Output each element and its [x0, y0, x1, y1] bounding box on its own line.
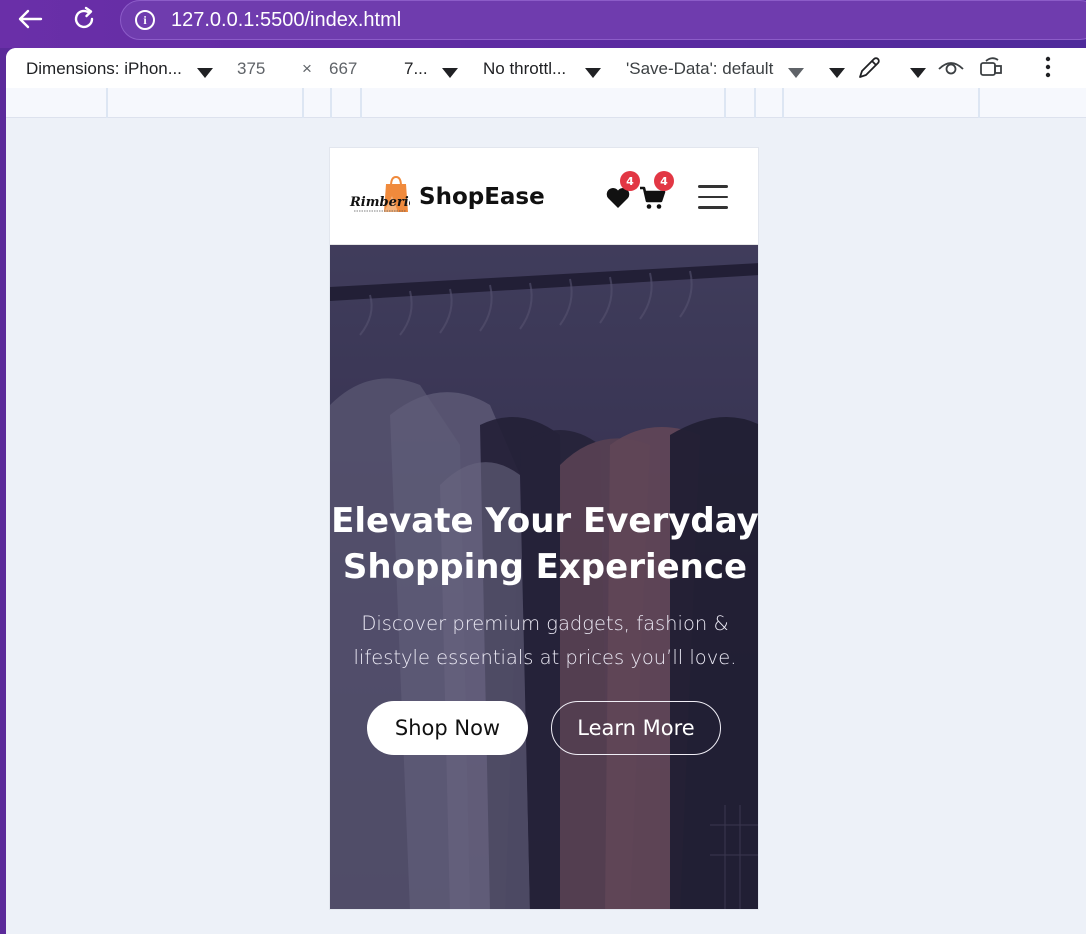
eyedropper-icon[interactable]: [856, 55, 882, 86]
logo-bag-icon: Rimberio: [349, 175, 418, 212]
throttle-dropdown-icon[interactable]: [585, 63, 601, 83]
back-arrow-icon: [18, 9, 43, 29]
hero-title-line-2: Shopping Experience: [342, 547, 748, 587]
save-data-dropdown-icon[interactable]: [788, 63, 804, 83]
reload-icon: [74, 6, 94, 29]
reload-button[interactable]: [68, 5, 100, 33]
cart-count-badge: 4: [654, 171, 674, 191]
device-dropdown-icon[interactable]: [197, 63, 213, 83]
hero-title-line-1: Elevate Your Everyday: [331, 501, 759, 541]
zoom-dropdown-icon[interactable]: [442, 63, 458, 83]
back-button[interactable]: [14, 5, 46, 33]
zoom-select[interactable]: 7...: [404, 59, 428, 79]
hero-subtitle-line-2: lifestyle essentials at prices you’ll lo…: [353, 646, 737, 669]
browser-top-bar: i 127.0.0.1:5500/index.html: [0, 0, 1086, 48]
device-label: Dimensions: iPhon...: [26, 59, 182, 78]
device-select[interactable]: Dimensions: iPhon...: [26, 59, 182, 79]
more-options-icon[interactable]: [1044, 54, 1052, 85]
devtools-panel: Dimensions: iPhon... 375 × 667 7... No t…: [6, 48, 1086, 934]
url-text: 127.0.0.1:5500/index.html: [171, 8, 402, 31]
eye-icon[interactable]: [937, 57, 965, 84]
height-input[interactable]: 667: [329, 59, 357, 79]
rotate-icon[interactable]: [978, 55, 1006, 84]
hero-title: Elevate Your Everyday Shopping Experienc…: [330, 498, 759, 590]
brand-name[interactable]: ShopEase: [419, 184, 545, 210]
mobile-page: Rimberio ShopEase 4: [329, 147, 759, 910]
hero-subtitle-line-1: Discover premium gadgets, fashion &: [361, 612, 729, 635]
logo-text: Rimberio: [349, 195, 410, 210]
dimension-separator: ×: [302, 59, 312, 78]
logo[interactable]: Rimberio: [348, 175, 418, 216]
learn-more-button[interactable]: Learn More: [551, 701, 721, 755]
address-bar[interactable]: i 127.0.0.1:5500/index.html: [120, 0, 1086, 40]
hero-subtitle: Discover premium gadgets, fashion & life…: [350, 607, 740, 675]
more-dropdown-icon[interactable]: [829, 63, 845, 83]
site-header: Rimberio ShopEase 4: [330, 148, 758, 245]
hamburger-menu-icon[interactable]: [698, 185, 728, 209]
sensor-dropdown-icon[interactable]: [910, 63, 926, 83]
width-input[interactable]: 375: [237, 59, 265, 79]
save-data-select[interactable]: 'Save-Data': default: [626, 59, 773, 79]
device-toolbar: Dimensions: iPhon... 375 × 667 7... No t…: [6, 48, 1086, 88]
media-query-ruler: [6, 88, 1086, 118]
device-viewport-area: Rimberio ShopEase 4: [6, 118, 1086, 934]
site-info-icon[interactable]: i: [135, 10, 155, 30]
hero-section: Elevate Your Everyday Shopping Experienc…: [330, 245, 759, 909]
throttle-select[interactable]: No throttl...: [483, 59, 566, 79]
shop-now-button[interactable]: Shop Now: [367, 701, 528, 755]
wishlist-count-badge: 4: [620, 171, 640, 191]
